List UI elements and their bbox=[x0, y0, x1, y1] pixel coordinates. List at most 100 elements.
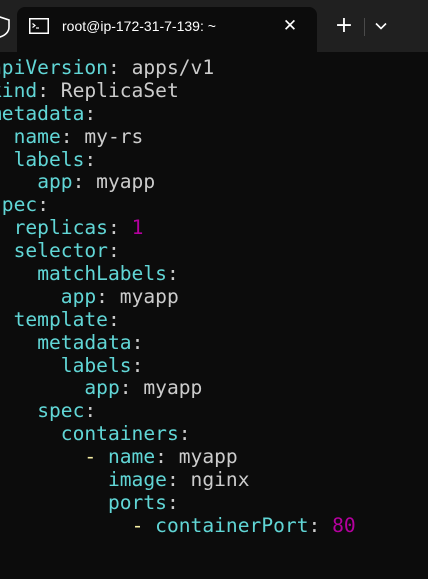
yaml-key: matchLabels bbox=[37, 262, 167, 286]
terminal-line: template: bbox=[0, 307, 356, 332]
yaml-text: : bbox=[166, 262, 179, 286]
yaml-key: kind bbox=[0, 78, 38, 102]
terminal-output[interactable]: apiVersion: apps/v1kind: ReplicaSetmetad… bbox=[0, 52, 428, 579]
terminal-line: metadata: bbox=[0, 330, 356, 355]
yaml-text: : bbox=[178, 422, 191, 446]
yaml-key: metadata bbox=[37, 330, 132, 354]
yaml-text: myapp bbox=[96, 170, 156, 194]
yaml-text: : bbox=[84, 101, 97, 125]
yaml-content: apiVersion: apps/v1kind: ReplicaSetmetad… bbox=[0, 56, 356, 538]
yaml-text bbox=[0, 376, 84, 399]
chevron-down-icon[interactable] bbox=[372, 17, 390, 35]
yaml-text bbox=[0, 354, 61, 377]
yaml-text bbox=[0, 491, 108, 514]
terminal-line: - name: myapp bbox=[0, 445, 356, 469]
yaml-text bbox=[0, 262, 37, 285]
yaml-key: labels bbox=[13, 147, 85, 171]
terminal-line: matchLabels: bbox=[0, 262, 356, 286]
yaml-text: : bbox=[166, 490, 179, 514]
yaml-text: : bbox=[131, 330, 144, 354]
yaml-text: : bbox=[84, 399, 97, 423]
tab-title: root@ip-172-31-7-139: ~ bbox=[62, 18, 216, 34]
yaml-key: app bbox=[60, 284, 97, 308]
yaml-text: : bbox=[107, 56, 132, 79]
yaml-text: my-rs bbox=[84, 124, 144, 148]
terminal-line: labels: bbox=[0, 353, 356, 378]
yaml-text bbox=[0, 170, 37, 193]
yaml-key: app bbox=[37, 170, 73, 194]
yaml-key: spec bbox=[0, 193, 38, 217]
tab-divider bbox=[364, 18, 365, 36]
yaml-text: nginx bbox=[190, 468, 250, 492]
yaml-text: : bbox=[107, 307, 120, 331]
yaml-text bbox=[0, 239, 14, 262]
terminal-line: image: nginx bbox=[0, 468, 356, 492]
yaml-text: : bbox=[155, 445, 179, 469]
yaml-key: image bbox=[107, 468, 167, 492]
yaml-text bbox=[0, 285, 61, 308]
yaml-text bbox=[0, 399, 37, 422]
yaml-text bbox=[0, 308, 14, 331]
terminal-window: root@ip-172-31-7-139: ~ ✕ + apiVersion: … bbox=[0, 0, 428, 579]
tab-bar: root@ip-172-31-7-139: ~ ✕ + bbox=[0, 0, 428, 52]
yaml-number: 80 bbox=[332, 513, 356, 537]
tab-terminal[interactable]: root@ip-172-31-7-139: ~ ✕ bbox=[17, 7, 317, 52]
terminal-line: app: myapp bbox=[0, 284, 356, 309]
yaml-key: app bbox=[84, 376, 120, 400]
plus-icon[interactable]: + bbox=[333, 15, 355, 38]
yaml-key: containerPort bbox=[155, 513, 309, 537]
yaml-dash: - bbox=[131, 513, 156, 537]
yaml-text: : bbox=[60, 124, 85, 148]
terminal-line: - containerPort: 80 bbox=[0, 513, 356, 538]
yaml-text: : bbox=[37, 193, 49, 217]
yaml-key: ports bbox=[107, 490, 167, 514]
yaml-text: : bbox=[166, 468, 191, 492]
terminal-line: app: myapp bbox=[0, 171, 356, 194]
yaml-key: replicas bbox=[13, 216, 108, 240]
yaml-dash: - bbox=[84, 445, 108, 469]
yaml-text: : bbox=[96, 284, 120, 308]
yaml-text: : bbox=[107, 239, 120, 263]
yaml-text: : bbox=[37, 78, 61, 102]
yaml-text: myapp bbox=[178, 445, 238, 469]
yaml-text: : bbox=[107, 216, 132, 240]
terminal-icon bbox=[29, 18, 49, 34]
yaml-number: 1 bbox=[131, 216, 144, 240]
terminal-line: metadata: bbox=[0, 101, 356, 126]
yaml-text bbox=[0, 216, 14, 239]
yaml-text: : bbox=[119, 376, 144, 400]
yaml-key: containers bbox=[60, 422, 179, 446]
yaml-key: labels bbox=[60, 353, 132, 377]
terminal-line: labels: bbox=[0, 147, 356, 172]
yaml-key: name bbox=[107, 445, 156, 469]
terminal-line: name: my-rs bbox=[0, 124, 356, 149]
yaml-text bbox=[0, 148, 14, 171]
yaml-text: myapp bbox=[143, 376, 203, 400]
yaml-text: apps/v1 bbox=[131, 56, 215, 79]
yaml-key: spec bbox=[37, 399, 85, 423]
yaml-text: ReplicaSet bbox=[60, 78, 179, 102]
yaml-key: template bbox=[13, 307, 108, 331]
shield-icon[interactable] bbox=[0, 16, 10, 38]
yaml-text bbox=[0, 331, 37, 354]
terminal-line: ports: bbox=[0, 490, 356, 515]
yaml-key: metadata bbox=[0, 101, 85, 125]
yaml-text bbox=[0, 514, 132, 537]
yaml-text bbox=[0, 445, 84, 468]
terminal-line: selector: bbox=[0, 239, 356, 263]
yaml-key: name bbox=[13, 124, 61, 148]
terminal-line: app: myapp bbox=[0, 377, 356, 400]
yaml-text bbox=[0, 468, 108, 491]
yaml-text bbox=[0, 422, 61, 445]
close-icon[interactable]: ✕ bbox=[281, 17, 299, 35]
terminal-line: apiVersion: apps/v1 bbox=[0, 56, 356, 80]
yaml-text: myapp bbox=[119, 284, 179, 308]
yaml-text bbox=[0, 125, 14, 148]
yaml-text: : bbox=[131, 353, 144, 377]
yaml-text: : bbox=[72, 170, 97, 194]
yaml-key: apiVersion bbox=[0, 56, 108, 79]
terminal-line: kind: ReplicaSet bbox=[0, 78, 356, 103]
terminal-line: spec: bbox=[0, 399, 356, 423]
terminal-line: spec: bbox=[0, 193, 356, 217]
yaml-key: selector bbox=[13, 239, 108, 263]
